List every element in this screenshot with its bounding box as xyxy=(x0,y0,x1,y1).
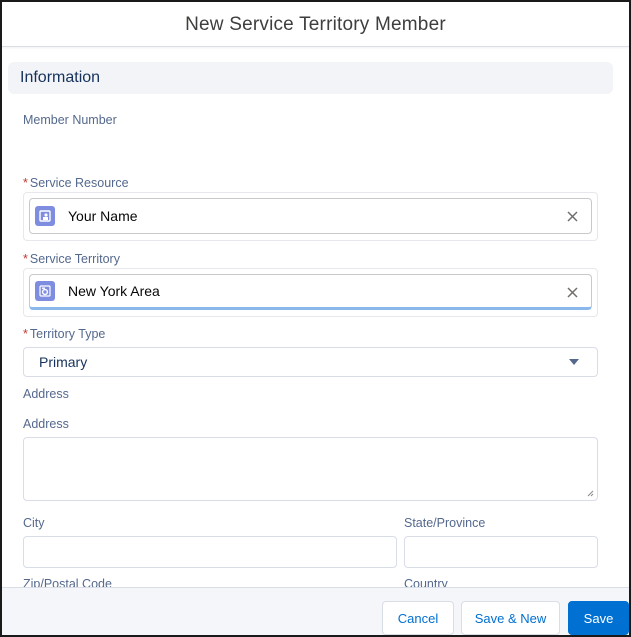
chevron-down-icon xyxy=(569,359,579,365)
service-territory-label-text: Service Territory xyxy=(29,252,120,266)
resize-grip-icon[interactable] xyxy=(586,489,594,497)
city-input[interactable] xyxy=(23,536,397,568)
state-label: State/Province xyxy=(404,516,486,530)
service-territory-lookup-container: New York Area xyxy=(23,268,598,317)
territory-type-label-text: Territory Type xyxy=(29,327,106,341)
modal-body: Information Member Number * Service Resou… xyxy=(2,48,629,587)
service-resource-icon xyxy=(35,206,55,226)
modal-header: New Service Territory Member xyxy=(2,2,629,47)
country-label: Country xyxy=(404,577,448,587)
required-mark: * xyxy=(23,327,28,341)
service-resource-lookup[interactable]: Your Name xyxy=(29,198,592,234)
service-territory-icon xyxy=(35,281,55,301)
clear-service-resource-icon[interactable] xyxy=(563,207,581,225)
member-number-label: Member Number xyxy=(23,113,117,127)
save-and-new-button[interactable]: Save & New xyxy=(461,601,560,635)
service-resource-label: * Service Resource xyxy=(23,176,129,190)
city-label: City xyxy=(23,516,45,530)
clear-service-territory-icon[interactable] xyxy=(563,283,581,301)
address-textarea[interactable] xyxy=(23,437,598,501)
service-resource-label-text: Service Resource xyxy=(29,176,129,190)
required-mark: * xyxy=(23,176,28,190)
save-button[interactable]: Save xyxy=(568,601,629,635)
required-mark: * xyxy=(23,252,28,266)
cancel-button[interactable]: Cancel xyxy=(382,601,454,635)
address-group-label: Address xyxy=(23,387,69,401)
zip-label: Zip/Postal Code xyxy=(23,577,112,587)
section-header-information[interactable]: Information xyxy=(8,62,613,94)
modal: New Service Territory Member Information… xyxy=(0,0,631,637)
service-resource-value: Your Name xyxy=(68,208,138,224)
service-resource-lookup-container: Your Name xyxy=(23,192,598,241)
state-input[interactable] xyxy=(404,536,598,568)
service-territory-label: * Service Territory xyxy=(23,252,120,266)
territory-type-select[interactable]: Primary xyxy=(23,347,598,377)
modal-footer: Cancel Save & New Save xyxy=(2,587,629,635)
territory-type-label: * Territory Type xyxy=(23,327,105,341)
section-title: Information xyxy=(20,69,101,86)
territory-type-value: Primary xyxy=(39,354,88,370)
service-territory-value: New York Area xyxy=(68,283,160,299)
address-label: Address xyxy=(23,417,69,431)
service-territory-lookup[interactable]: New York Area xyxy=(29,274,592,310)
modal-title: New Service Territory Member xyxy=(185,14,446,35)
